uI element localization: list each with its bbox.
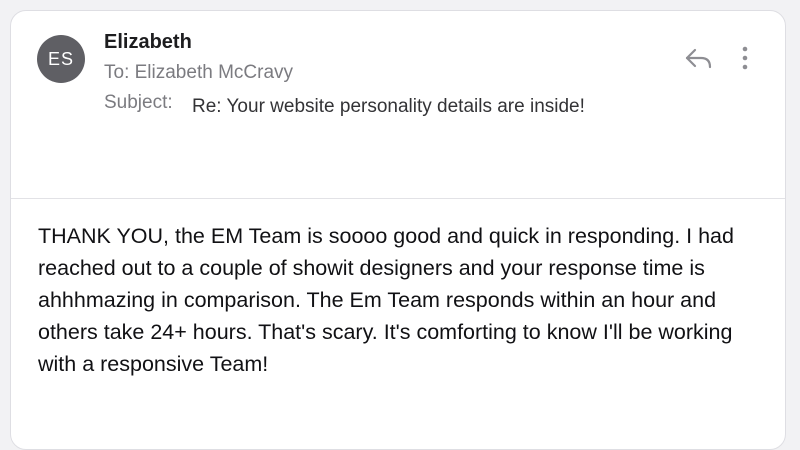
reply-button[interactable] [681,45,717,73]
message-body: THANK YOU, the EM Team is soooo good and… [38,224,734,376]
recipient-line[interactable]: To: Elizabeth McCravy [104,62,293,84]
subject-text: Re: Your website personality details are… [192,96,585,117]
subject-label: Subject: [104,92,173,113]
more-vertical-icon [742,46,748,70]
email-header: ES Elizabeth To: Elizabeth McCravy Subje… [11,11,785,199]
sender-name[interactable]: Elizabeth [104,31,192,54]
more-options-button[interactable] [735,43,755,73]
email-card: ES Elizabeth To: Elizabeth McCravy Subje… [10,10,786,450]
reply-icon [685,48,712,69]
sender-avatar[interactable]: ES [37,35,85,83]
